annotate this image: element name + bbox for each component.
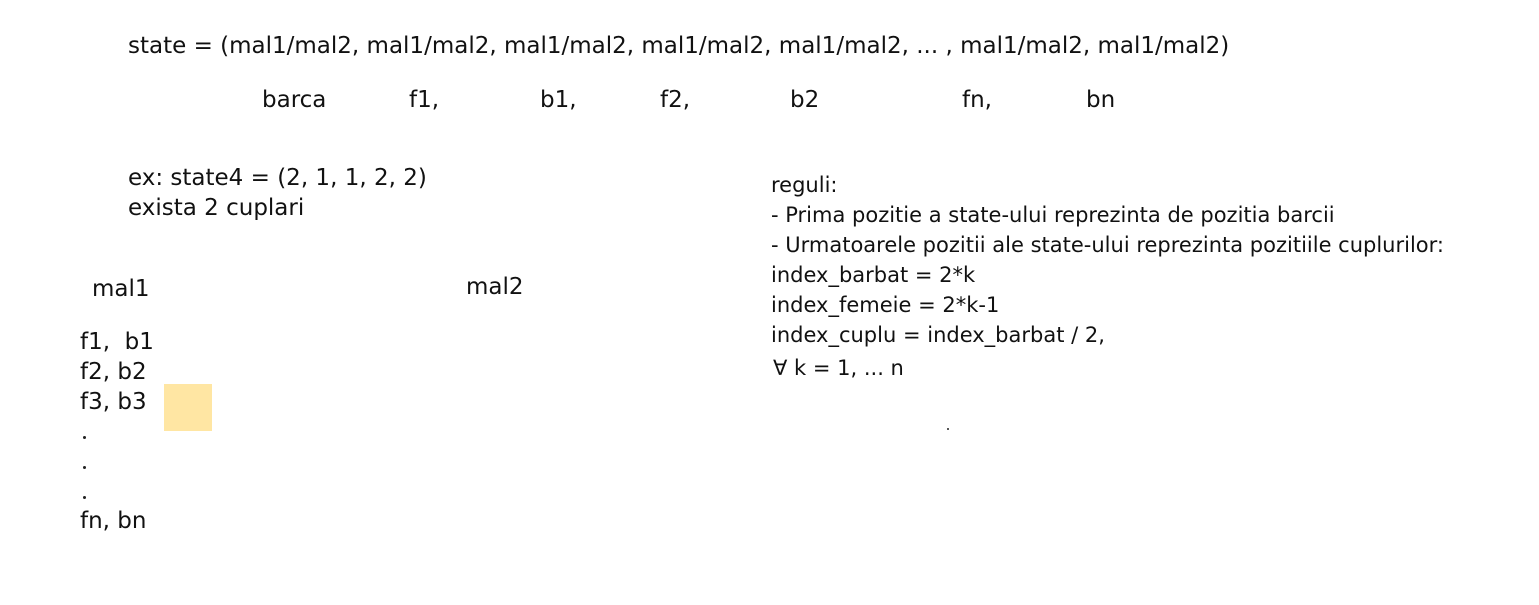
state-definition: state = (mal1/mal2, mal1/mal2, mal1/mal2… xyxy=(128,33,1230,59)
label-f1: f1, xyxy=(409,87,440,113)
bank-right-label: mal2 xyxy=(466,274,524,300)
rule-line: index_cuplu = index_barbat / 2, xyxy=(771,323,1105,347)
couple-2: f2, b2 xyxy=(80,359,147,385)
ellipsis-dot xyxy=(83,466,86,469)
label-f2: f2, xyxy=(660,87,691,113)
ellipsis-dot xyxy=(83,496,86,499)
rule-line: - Prima pozitie a state-ului reprezinta … xyxy=(771,203,1335,227)
bank-left-label: mal1 xyxy=(92,276,150,302)
couple-1: f1, b1 xyxy=(80,329,154,355)
label-barca: barca xyxy=(262,87,327,113)
label-b1: b1, xyxy=(540,87,577,113)
stray-dot xyxy=(947,428,949,430)
rule-line: index_barbat = 2*k xyxy=(771,263,976,287)
ellipsis-dot xyxy=(83,436,86,439)
couple-n: fn, bn xyxy=(80,508,147,534)
label-bn: bn xyxy=(1086,87,1116,113)
example-state: ex: state4 = (2, 1, 1, 2, 2) xyxy=(128,165,427,191)
sticky-note[interactable] xyxy=(164,384,212,431)
label-fn: fn, xyxy=(962,87,992,113)
label-b2: b2 xyxy=(790,87,820,113)
couple-3: f3, b3 xyxy=(80,389,147,415)
rules-title: reguli: xyxy=(771,173,838,197)
rule-line: ∀ k = 1, ... n xyxy=(773,356,904,380)
rule-line: - Urmatoarele pozitii ale state-ului rep… xyxy=(771,233,1444,257)
example-note: exista 2 cuplari xyxy=(128,195,305,221)
rule-line: index_femeie = 2*k-1 xyxy=(771,293,1000,317)
